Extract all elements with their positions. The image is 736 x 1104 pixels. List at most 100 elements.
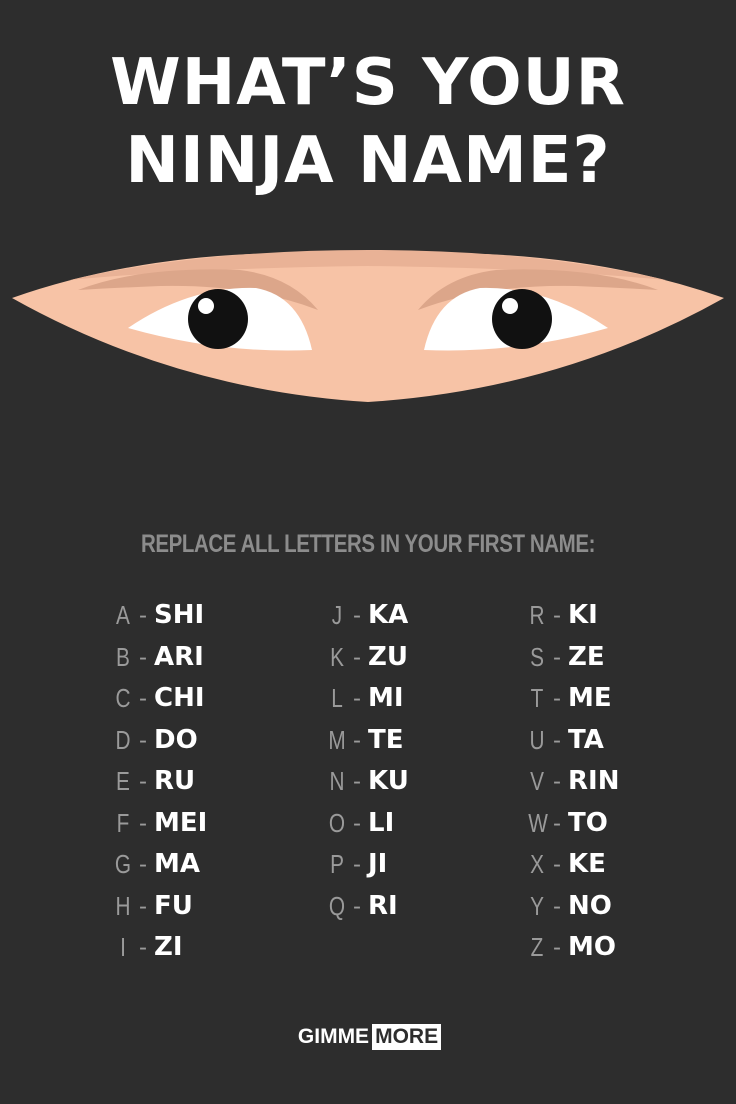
logo-text-more: MORE	[372, 1024, 442, 1050]
source-letter: M	[328, 724, 346, 755]
letter-row: L - MI	[326, 678, 409, 720]
letter-row: W - TO	[526, 803, 619, 845]
separator-dash: -	[139, 892, 147, 920]
letter-row: Z - MO	[526, 927, 619, 969]
ninja-syllable: TA	[568, 724, 604, 755]
ninja-syllable: ARI	[154, 641, 204, 672]
letter-column-2: J - KA K - ZU L - MI M - TE N - KU O - LI P - JI Q - RI	[326, 595, 409, 928]
letter-row: X - KE	[526, 844, 619, 886]
letter-column-3: R - KI S - ZE T - ME U - TA V - RIN W - TO X - KE Y - NO Z - MO	[526, 595, 619, 969]
ninja-syllable: NO	[568, 890, 612, 921]
separator-dash: -	[139, 602, 147, 629]
ninja-syllable: ME	[568, 683, 612, 713]
separator-dash: -	[353, 643, 361, 671]
ninja-syllable: TO	[568, 807, 608, 838]
separator-dash: -	[553, 892, 561, 920]
ninja-eyes-illustration	[12, 250, 724, 402]
source-letter: D	[115, 724, 131, 755]
right-pupil	[492, 289, 552, 349]
letter-row: A - SHI	[112, 595, 207, 637]
brand-logo: GIMME MORE	[0, 1024, 736, 1050]
letter-row: T - ME	[526, 678, 619, 720]
source-letter: G	[114, 849, 132, 879]
ninja-syllable: ZE	[568, 641, 605, 672]
letter-row: N - KU	[326, 761, 409, 803]
source-letter: K	[330, 641, 344, 672]
letter-row: R - KI	[526, 595, 619, 637]
source-letter: S	[530, 641, 544, 672]
title-line-2: NINJA NAME?	[125, 124, 611, 198]
separator-dash: -	[353, 809, 361, 837]
source-letter: W	[528, 807, 548, 838]
left-eye-highlight	[198, 298, 214, 314]
separator-dash: -	[353, 602, 361, 629]
letter-row: G - MA	[112, 844, 207, 886]
separator-dash: -	[553, 851, 561, 878]
ninja-syllable: FU	[154, 890, 193, 921]
ninja-syllable: ZI	[154, 932, 183, 962]
ninja-syllable: MA	[154, 849, 200, 879]
letter-row: I - ZI	[112, 927, 207, 969]
source-letter: P	[330, 849, 344, 879]
source-letter: A	[116, 600, 130, 630]
letter-row: C - CHI	[112, 678, 207, 720]
source-letter: R	[529, 600, 545, 630]
separator-dash: -	[353, 685, 361, 712]
title-line-1: WHAT’S YOUR	[110, 46, 626, 120]
source-letter: N	[329, 766, 345, 796]
ninja-syllable: KE	[568, 849, 606, 879]
separator-dash: -	[353, 851, 361, 878]
separator-dash: -	[553, 934, 561, 961]
separator-dash: -	[553, 768, 561, 795]
source-letter: F	[116, 807, 130, 838]
letter-row: D - DO	[112, 720, 207, 762]
separator-dash: -	[139, 851, 147, 878]
ninja-syllable: DO	[154, 724, 198, 755]
ninja-syllable: KI	[568, 600, 598, 630]
letter-row: E - RU	[112, 761, 207, 803]
source-letter: X	[530, 849, 544, 879]
separator-dash: -	[139, 809, 147, 837]
source-letter: Z	[530, 932, 544, 962]
source-letter: E	[116, 766, 130, 796]
separator-dash: -	[553, 685, 561, 712]
source-letter: T	[530, 683, 544, 713]
ninja-syllable: KU	[368, 766, 409, 796]
letter-row: H - FU	[112, 886, 207, 928]
source-letter: C	[115, 683, 131, 713]
letter-row: M - TE	[326, 720, 409, 762]
ninja-syllable: MO	[568, 932, 616, 962]
source-letter: J	[331, 600, 343, 630]
ninja-syllable: TE	[368, 724, 404, 755]
separator-dash: -	[553, 726, 561, 754]
source-letter: B	[116, 641, 130, 672]
source-letter: O	[328, 807, 346, 838]
ninja-syllable: RU	[154, 766, 196, 796]
separator-dash: -	[553, 602, 561, 629]
letter-row: S - ZE	[526, 637, 619, 679]
left-pupil	[188, 289, 248, 349]
ninja-syllable: RIN	[568, 766, 620, 796]
right-eye-highlight	[502, 298, 518, 314]
letter-row: Y - NO	[526, 886, 619, 928]
ninja-syllable: JI	[368, 849, 388, 879]
face-skin	[12, 254, 724, 402]
source-letter: Q	[328, 890, 346, 921]
source-letter: Y	[530, 890, 544, 921]
separator-dash: -	[553, 643, 561, 671]
letter-row: O - LI	[326, 803, 409, 845]
letter-row: P - JI	[326, 844, 409, 886]
separator-dash: -	[139, 726, 147, 754]
separator-dash: -	[353, 726, 361, 754]
ninja-syllable: MI	[368, 683, 404, 713]
letter-row: J - KA	[326, 595, 409, 637]
separator-dash: -	[553, 809, 561, 837]
source-letter: U	[529, 724, 545, 755]
source-letter: V	[530, 766, 544, 796]
letter-row: Q - RI	[326, 886, 409, 928]
source-letter: I	[120, 932, 126, 962]
separator-dash: -	[353, 892, 361, 920]
letter-row: B - ARI	[112, 637, 207, 679]
instructions-text: REPLACE ALL LETTERS IN YOUR FIRST NAME:	[140, 530, 595, 558]
ninja-syllable: RI	[368, 890, 398, 921]
